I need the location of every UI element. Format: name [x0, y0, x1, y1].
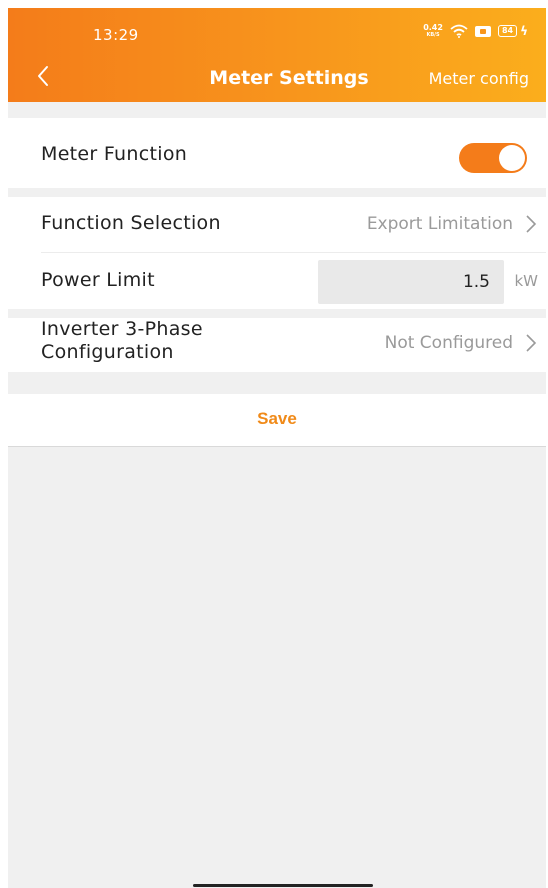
net-speed: 0.42 KB/S	[423, 23, 443, 39]
settings-group: Function Selection Export Limitation Pow…	[8, 197, 546, 309]
three-phase-label-line1: Inverter 3-Phase	[41, 318, 203, 340]
power-limit-input[interactable]: 1.5	[318, 260, 504, 304]
save-button[interactable]: Save	[8, 409, 546, 429]
chevron-right-icon	[526, 215, 537, 233]
meter-function-row: Meter Function	[8, 118, 546, 188]
meter-config-button[interactable]: Meter config	[429, 69, 529, 88]
wifi-icon	[450, 24, 468, 38]
net-speed-value: 0.42	[423, 23, 443, 32]
meter-function-label: Meter Function	[41, 143, 188, 165]
three-phase-label-line2: Configuration	[41, 341, 174, 363]
status-time: 13:29	[93, 26, 139, 44]
app-screen: 13:29 0.42 KB/S 84 ϟ Meter Settings Mete…	[8, 8, 546, 888]
battery-icon: 84 ϟ	[497, 24, 528, 38]
power-limit-label: Power Limit	[41, 269, 155, 291]
status-icons: 0.42 KB/S 84 ϟ	[423, 24, 528, 38]
function-selection-value: Export Limitation	[366, 214, 513, 234]
header-bar: 13:29 0.42 KB/S 84 ϟ Meter Settings Mete…	[8, 8, 546, 102]
power-limit-value: 1.5	[462, 272, 490, 292]
power-limit-row: Power Limit 1.5 kW	[8, 253, 546, 309]
function-selection-row[interactable]: Function Selection Export Limitation	[8, 197, 546, 252]
meter-function-toggle[interactable]	[459, 143, 527, 173]
three-phase-row[interactable]: Inverter 3-Phase Configuration Not Confi…	[8, 318, 546, 372]
sim-icon	[474, 25, 491, 37]
charging-bolt-icon: ϟ	[520, 24, 528, 38]
toggle-knob	[499, 145, 525, 171]
battery-level: 84	[497, 25, 518, 37]
three-phase-value: Not Configured	[384, 333, 513, 353]
chevron-right-icon	[526, 334, 537, 352]
save-row: Save	[8, 394, 546, 447]
power-limit-unit: kW	[514, 272, 538, 290]
three-phase-label: Inverter 3-Phase Configuration	[41, 318, 203, 364]
net-speed-unit: KB/S	[426, 32, 440, 38]
home-indicator[interactable]	[193, 884, 373, 887]
function-selection-label: Function Selection	[41, 212, 221, 234]
